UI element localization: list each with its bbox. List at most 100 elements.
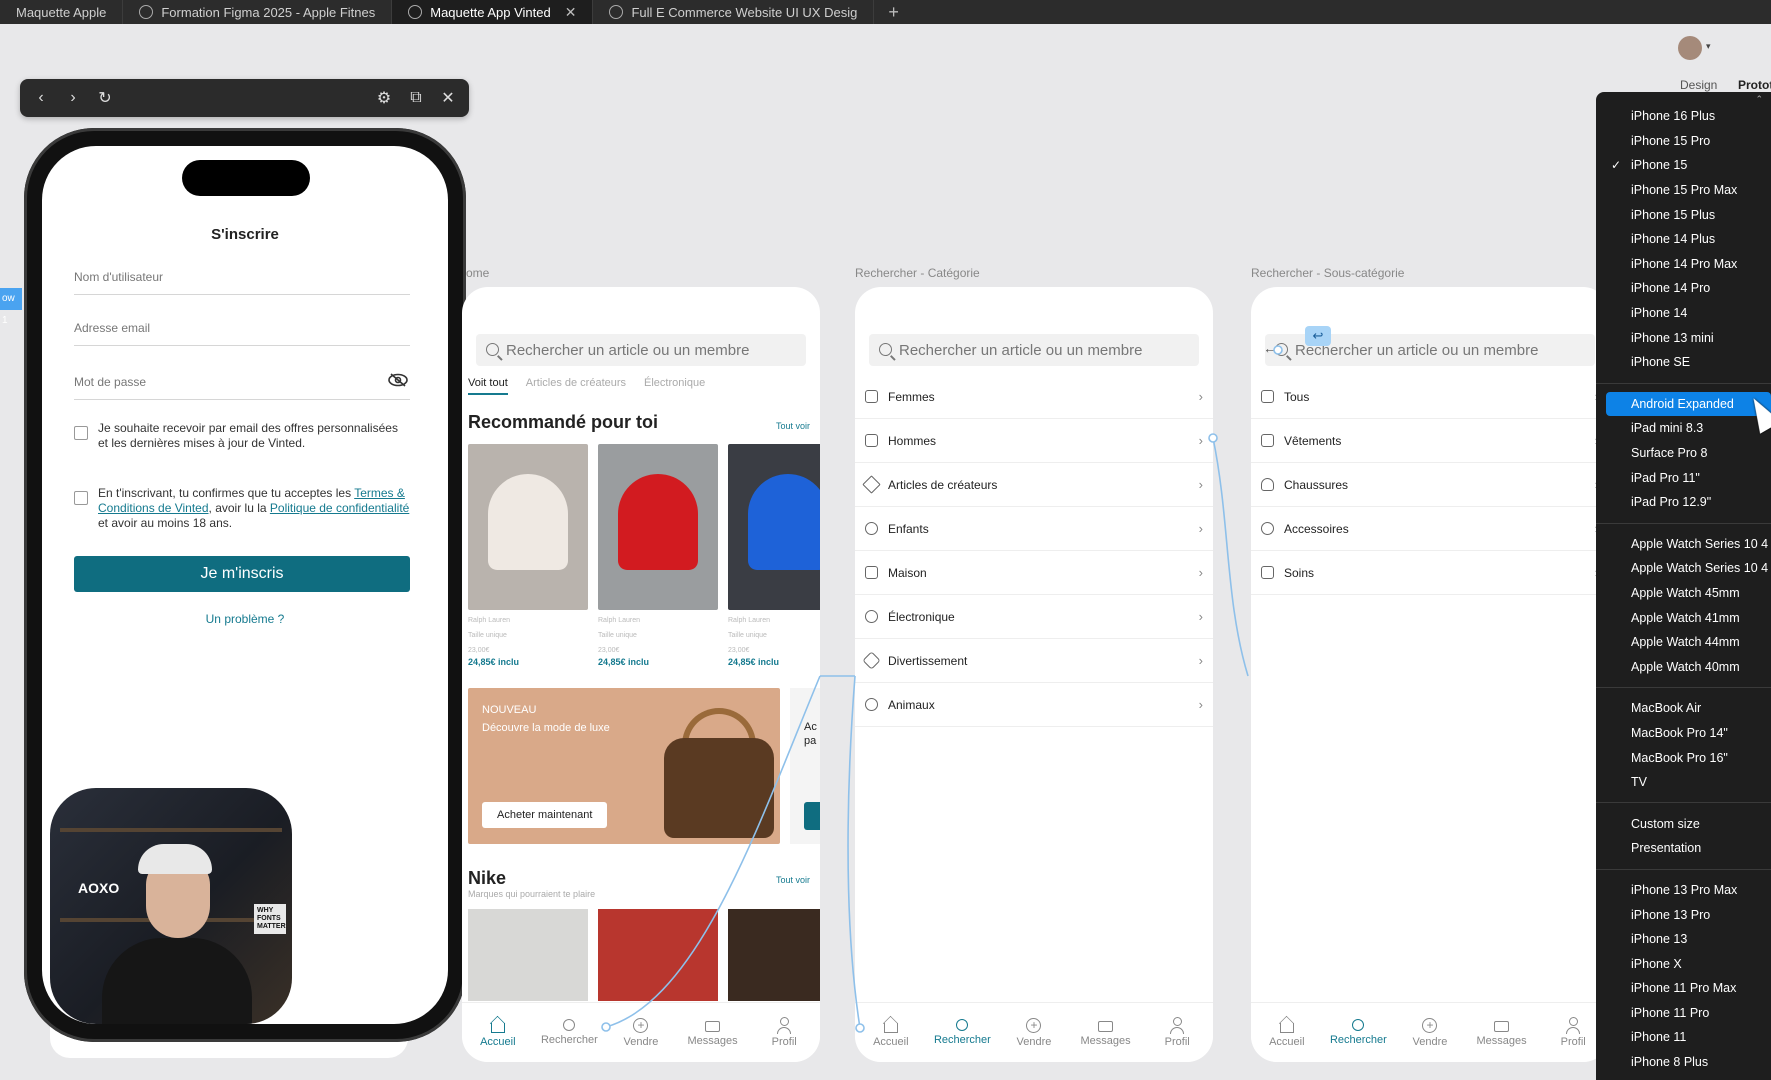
settings-sliders-icon[interactable]: ⚙ [375,88,393,108]
device-option[interactable]: iPhone 15 Pro Max [1596,178,1771,203]
category-row-createurs[interactable]: Articles de créateurs › [855,463,1213,507]
nav-sell[interactable]: + Vendre [611,1017,671,1048]
tab-maquette-vinted[interactable]: Maquette App Vinted ✕ [392,0,594,24]
device-option[interactable]: iPhone 11 Pro [1596,1001,1771,1026]
nav-messages[interactable]: Messages [1076,1018,1136,1047]
tab-prototype[interactable]: Protot [1738,78,1771,92]
device-option[interactable]: iPhone 14 Plus [1596,227,1771,252]
privacy-link[interactable]: Politique de confidentialité [270,501,409,515]
product-card[interactable]: Ralph Lauren Taille unique 23,00€ 24,85€… [468,444,588,667]
eye-off-icon[interactable] [388,373,408,387]
close-icon[interactable]: ✕ [439,88,457,108]
product-card[interactable]: Ralph Lauren Taille unique 23,00€ 24,85€… [598,444,718,667]
device-option[interactable]: Apple Watch 40mm [1596,654,1771,679]
nav-sell[interactable]: + Vendre [1004,1017,1064,1048]
nike-product-image[interactable] [598,909,718,1001]
newsletter-option[interactable]: Je souhaite recevoir par email des offre… [74,421,410,451]
category-row-electronique[interactable]: Électronique › [855,595,1213,639]
product-card[interactable]: Ralph Lauren Taille unique 23,00€ 24,85€… [728,444,820,667]
device-option[interactable]: Apple Watch Series 10 4 [1596,556,1771,581]
subcategory-row-chaussures[interactable]: Chaussures› [1251,463,1609,507]
device-option[interactable]: iPhone 13 [1596,927,1771,952]
search-bar[interactable]: Rechercher un article ou un membre [869,334,1199,366]
tab-formation-figma[interactable]: Formation Figma 2025 - Apple Fitnes [123,0,393,24]
see-all-link[interactable]: Tout voir [776,421,810,431]
device-option[interactable]: Apple Watch 44mm [1596,630,1771,655]
device-option[interactable]: Apple Watch 45mm [1596,581,1771,606]
device-option[interactable]: Custom size [1596,811,1771,836]
device-option[interactable]: MacBook Air [1596,696,1771,721]
device-option[interactable]: iPhone X [1596,951,1771,976]
forward-icon[interactable]: › [64,89,82,107]
frame-label-home[interactable]: ome [466,266,489,280]
back-icon[interactable]: ‹ [32,89,50,107]
device-option[interactable]: iPhone 13 Pro [1596,902,1771,927]
nav-search[interactable]: Rechercher [932,1019,992,1046]
back-arrow-icon[interactable]: ← [1263,340,1277,356]
artboard-subcategory[interactable]: Rechercher un article ou un membre ← ↩ T… [1251,287,1609,1062]
artboard-home[interactable]: Rechercher un article ou un membre Voit … [462,287,820,1062]
subtab-all[interactable]: Voit tout [468,377,508,395]
buy-now-button[interactable]: Acheter maintenant [482,802,608,828]
terms-option[interactable]: En t'inscrivant, tu confirmes que tu acc… [74,486,410,531]
device-option[interactable]: iPhone 8 Plus [1596,1050,1771,1075]
subtab-creators[interactable]: Articles de créateurs [526,377,626,395]
device-option[interactable]: iPhone 15 [1596,153,1771,178]
device-option[interactable]: iPhone 14 Pro Max [1596,252,1771,277]
close-icon[interactable]: ✕ [565,4,577,21]
back-interaction-icon[interactable]: ↩ [1305,326,1331,346]
password-field[interactable]: Mot de passe [74,373,410,400]
tab-design[interactable]: Design [1680,78,1717,92]
nav-profile[interactable]: Profil [754,1017,814,1048]
device-option[interactable]: Presentation [1596,836,1771,861]
device-option[interactable]: MacBook Pro 14" [1596,721,1771,746]
device-option[interactable]: iPhone 13 mini [1596,325,1771,350]
flow-badge[interactable]: ow 1 [0,288,22,326]
category-row-divertissement[interactable]: Divertissement › [855,639,1213,683]
device-option[interactable]: MacBook Pro 16" [1596,745,1771,770]
device-option[interactable]: iPad Pro 12.9" [1596,490,1771,515]
frame-label-category[interactable]: Rechercher - Catégorie [855,266,980,280]
device-option[interactable]: iPad mini 8.3 [1596,416,1771,441]
subcategory-row-soins[interactable]: Soins› [1251,551,1609,595]
device-option[interactable]: iPhone 13 Pro Max [1596,878,1771,903]
email-field[interactable]: Adresse email [74,321,410,346]
frame-label-subcategory[interactable]: Rechercher - Sous-catégorie [1251,266,1404,280]
tab-maquette-apple[interactable]: Maquette Apple [0,0,124,24]
subcategory-row-tous[interactable]: Tous› [1251,375,1609,419]
device-option[interactable]: iPhone 14 [1596,301,1771,326]
new-tab-button[interactable]: + [874,2,913,23]
device-option[interactable]: iPhone 14 Pro [1596,276,1771,301]
username-field[interactable]: Nom d'utilisateur [74,270,410,295]
nike-see-all-link[interactable]: Tout voir [776,875,810,885]
nav-messages[interactable]: Messages [1472,1018,1532,1047]
device-option[interactable]: Apple Watch Series 10 4 [1596,532,1771,557]
nike-product-image[interactable] [728,909,820,1001]
device-option[interactable]: iPhone 15 Plus [1596,202,1771,227]
restart-icon[interactable]: ↻ [96,88,114,108]
device-option[interactable]: iPhone SE [1596,350,1771,375]
nav-profile[interactable]: Profil [1147,1017,1207,1048]
tab-ecommerce[interactable]: Full E Commerce Website UI UX Desig [593,0,875,24]
category-row-hommes[interactable]: Hommes › [855,419,1213,463]
nav-home[interactable]: Accueil [1257,1017,1317,1048]
nav-profile[interactable]: Profil [1543,1017,1603,1048]
device-option[interactable]: Apple Watch 41mm [1596,605,1771,630]
problem-link[interactable]: Un problème ? [42,612,448,626]
category-row-maison[interactable]: Maison › [855,551,1213,595]
device-option[interactable]: Surface Pro 8 [1596,441,1771,466]
nike-product-image[interactable] [468,909,588,1001]
device-option[interactable]: TV [1596,770,1771,795]
device-option[interactable]: iPhone 15 Pro [1596,129,1771,154]
nav-sell[interactable]: + Vendre [1400,1017,1460,1048]
search-bar[interactable]: Rechercher un article ou un membre [476,334,806,366]
newsletter-checkbox[interactable] [74,426,88,440]
terms-checkbox[interactable] [74,491,88,505]
subcategory-row-vetements[interactable]: Vêtements› [1251,419,1609,463]
nav-messages[interactable]: Messages [683,1018,743,1047]
nav-home[interactable]: Accueil [468,1017,528,1048]
device-option[interactable]: iPhone 11 [1596,1025,1771,1050]
user-avatar[interactable] [1678,36,1702,60]
nav-search[interactable]: Rechercher [539,1019,599,1046]
open-external-icon[interactable]: ⧉ [407,89,425,107]
